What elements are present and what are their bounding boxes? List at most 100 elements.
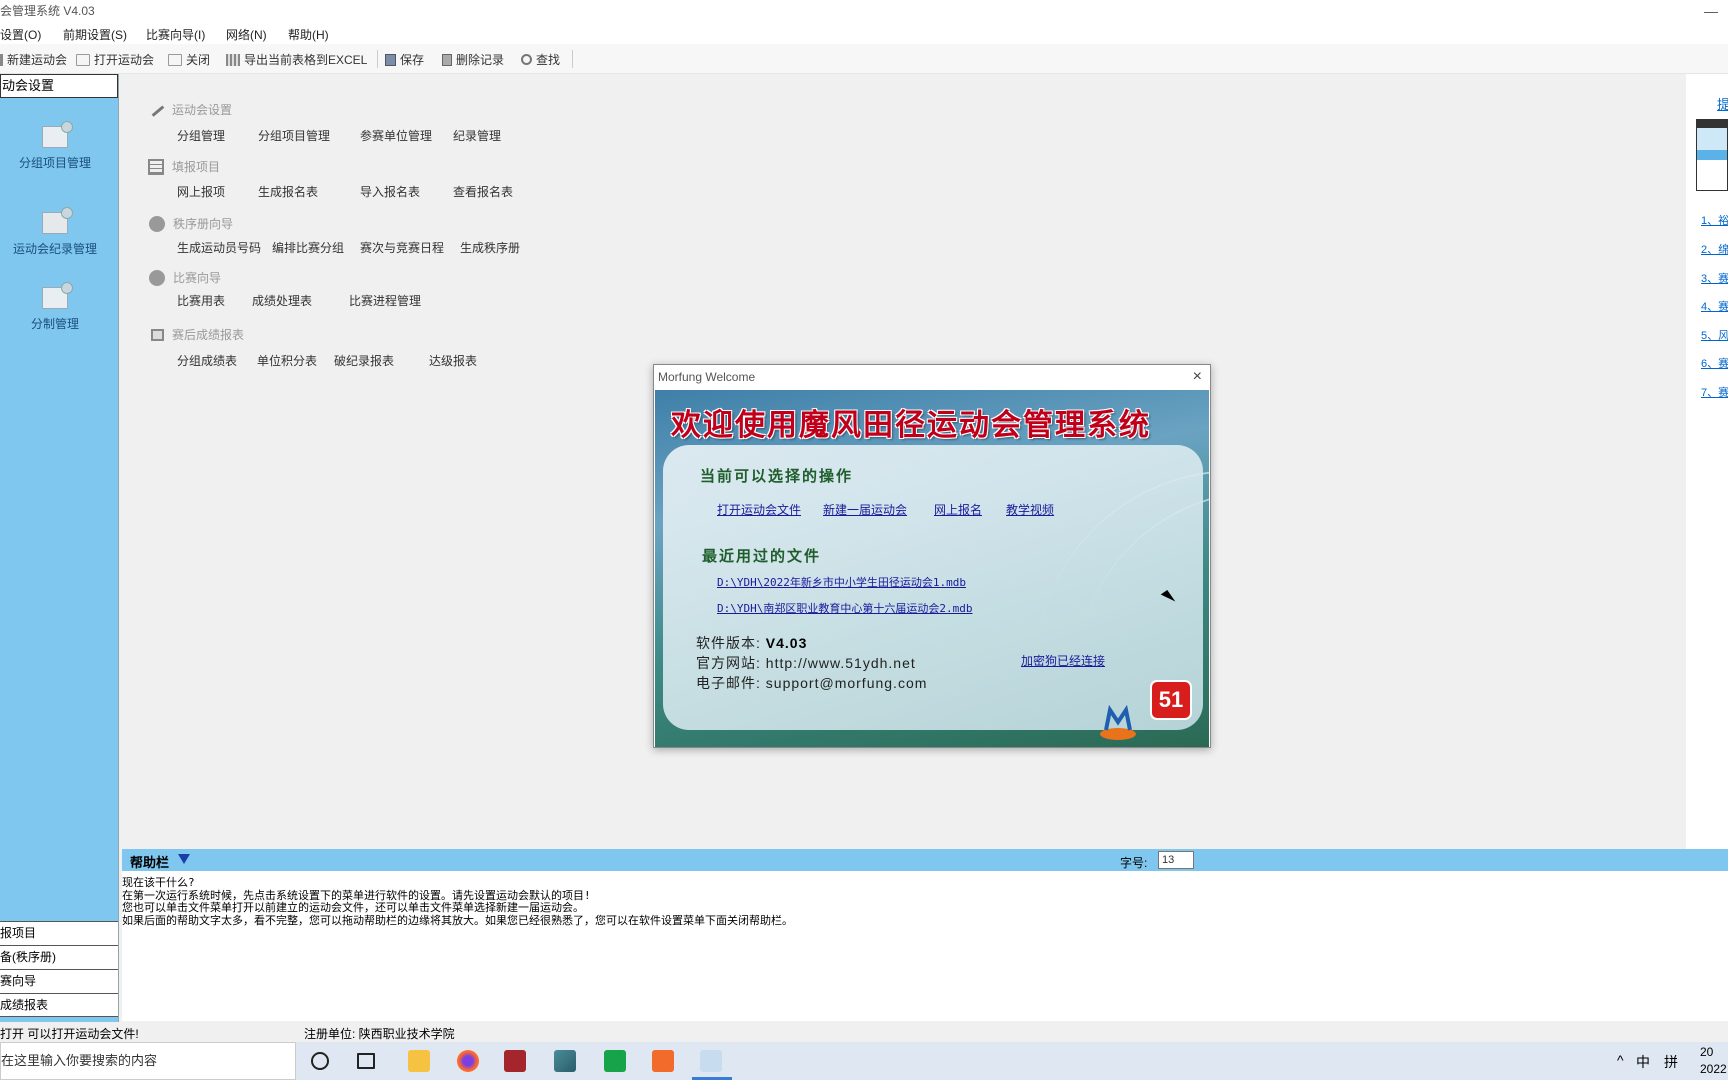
minimize-button[interactable]: — xyxy=(1704,0,1718,22)
help-text: 现在该干什么? 在第一次运行系统时候，先点击系统设置下的菜单进行软件的设置。请先… xyxy=(122,871,1728,1021)
folder-icon xyxy=(168,53,182,66)
orange-app-icon[interactable] xyxy=(652,1050,674,1072)
save-button[interactable]: 保存 xyxy=(385,51,424,68)
link-group-management[interactable]: 分组管理 xyxy=(177,127,225,144)
tutorial-video-link[interactable]: 教学视频 xyxy=(1006,501,1054,518)
link-record-management[interactable]: 纪录管理 xyxy=(453,127,501,144)
link-group-results[interactable]: 分组成绩表 xyxy=(177,352,237,369)
dialog-title: Morfung Welcome xyxy=(658,370,756,384)
ime-indicator[interactable]: 中 xyxy=(1636,1052,1650,1072)
delete-record-button[interactable]: 删除记录 xyxy=(442,51,504,68)
registered-unit: 注册单位: 陕西职业技术学院 xyxy=(304,1027,455,1041)
sidebar-bottom-register[interactable]: 报项目 xyxy=(0,921,118,945)
collapse-arrow-icon[interactable] xyxy=(178,854,190,864)
cortana-icon[interactable] xyxy=(311,1052,329,1070)
green-app-icon[interactable] xyxy=(604,1050,626,1072)
menu-help[interactable]: 帮助(H) xyxy=(288,26,329,43)
close-icon[interactable]: × xyxy=(1193,365,1202,389)
open-meet-file-link[interactable]: 打开运动会文件 xyxy=(717,501,801,518)
clock-time: 20 xyxy=(1700,1045,1714,1059)
email-label: 电子邮件: xyxy=(696,675,761,691)
link-schedule[interactable]: 赛次与竞赛日程 xyxy=(360,239,444,256)
sidebar-bottom-prepare[interactable]: 备(秩序册) xyxy=(0,945,118,969)
sidebar-item-scoring[interactable]: 分制管理 xyxy=(0,282,110,332)
new-meet-link[interactable]: 新建一届运动会 xyxy=(823,501,907,518)
recent-file-link[interactable]: D:\YDH\2022年新乡市中小学生田径运动会1.mdb xyxy=(717,574,966,590)
image-app-icon[interactable] xyxy=(554,1050,576,1072)
records-icon xyxy=(42,207,73,234)
tray-chevron-icon[interactable]: ^ xyxy=(1617,1052,1624,1068)
menu-network[interactable]: 网络(N) xyxy=(226,26,267,43)
link-arrange-heats[interactable]: 编排比赛分组 xyxy=(272,239,344,256)
help-bar: 帮助栏 字号: 13 xyxy=(122,849,1728,871)
sidebar-bottom-wizard[interactable]: 赛向导 xyxy=(0,969,118,993)
version-label: 软件版本: xyxy=(696,635,761,651)
access-icon[interactable] xyxy=(504,1050,526,1072)
sidebar-item-group-events[interactable]: 分组项目管理 xyxy=(0,121,110,171)
export-excel-button[interactable]: 导出当前表格到EXCEL xyxy=(226,51,367,68)
version-row: 软件版本: V4.03 xyxy=(696,633,807,653)
font-size-label: 字号: xyxy=(1120,856,1148,870)
right-panel: 提 1、裕 2、绵 3、赛 4、赛 5、风 6、赛 7、赛 xyxy=(1686,74,1728,849)
section-title: 运动会设置 xyxy=(172,103,233,117)
delete-record-label: 删除记录 xyxy=(456,53,505,67)
right-panel-link-2[interactable]: 2、绵 xyxy=(1701,241,1728,257)
clock[interactable]: 20 2022 xyxy=(1700,1044,1727,1078)
online-registration-link[interactable]: 网上报名 xyxy=(934,501,982,518)
sidebar-item-records[interactable]: 运动会纪录管理 xyxy=(0,207,110,257)
link-view-entry-form[interactable]: 查看报名表 xyxy=(453,183,513,200)
find-button[interactable]: 查找 xyxy=(521,51,560,68)
file-explorer-icon[interactable] xyxy=(408,1050,430,1072)
task-view-icon[interactable] xyxy=(357,1053,375,1069)
link-group-event-management[interactable]: 分组项目管理 xyxy=(258,127,330,144)
dialog-body: 欢迎使用魔风田径运动会管理系统 当前可以选择的操作 打开运动会文件 新建一届运动… xyxy=(655,390,1209,747)
link-unit-management[interactable]: 参赛单位管理 xyxy=(360,127,432,144)
font-size-stepper[interactable]: 13 xyxy=(1158,851,1194,869)
link-results-processing[interactable]: 成绩处理表 xyxy=(252,292,312,309)
firefox-icon[interactable] xyxy=(457,1050,479,1072)
trash-icon xyxy=(442,53,452,66)
link-progress-management[interactable]: 比赛进程管理 xyxy=(349,292,421,309)
dongle-status-link[interactable]: 加密狗已经连接 xyxy=(1021,652,1105,669)
sidebar-bottom-reports[interactable]: 成绩报表 xyxy=(0,993,118,1017)
link-generate-program[interactable]: 生成秩序册 xyxy=(460,239,520,256)
right-panel-link-6[interactable]: 6、赛 xyxy=(1701,355,1728,371)
video-thumbnail[interactable] xyxy=(1696,119,1728,191)
right-panel-link-7[interactable]: 7、赛 xyxy=(1701,384,1728,400)
sidebar-header[interactable]: 动会设置 xyxy=(0,74,118,98)
title-bar: 会管理系统 V4.03 — xyxy=(0,0,1728,22)
link-record-breaking[interactable]: 破纪录报表 xyxy=(334,352,394,369)
recent-file-link[interactable]: D:\YDH\南郑区职业教育中心第十六届运动会2.mdb xyxy=(717,600,972,616)
ime-mode-indicator[interactable]: 拼 xyxy=(1664,1052,1678,1072)
new-meet-label: 新建运动会 xyxy=(7,53,68,67)
menu-competition-wizard[interactable]: 比赛向导(I) xyxy=(146,26,205,43)
toolbar: 新建运动会 打开运动会 关闭 导出当前表格到EXCEL 保存 删除记录 查找 xyxy=(0,44,1728,74)
right-panel-link-3[interactable]: 3、赛 xyxy=(1701,270,1728,286)
link-unit-points[interactable]: 单位积分表 xyxy=(257,352,317,369)
help-line: 现在该干什么? xyxy=(122,876,195,889)
link-generate-bib-numbers[interactable]: 生成运动员号码 xyxy=(177,239,261,256)
app-title: 会管理系统 V4.03 xyxy=(0,4,95,18)
close-label: 关闭 xyxy=(186,53,211,67)
right-panel-link-4[interactable]: 4、赛 xyxy=(1701,298,1728,314)
website-row: 官方网站: http://www.51ydh.net xyxy=(696,653,916,673)
close-button[interactable]: 关闭 xyxy=(168,51,210,68)
toolbar-separator xyxy=(572,50,573,68)
link-online-registration[interactable]: 网上报项 xyxy=(177,183,225,200)
link-import-entry-form[interactable]: 导入报名表 xyxy=(360,183,420,200)
right-panel-link-5[interactable]: 5、风 xyxy=(1701,327,1728,343)
section-program-wizard: 秩序册向导 xyxy=(149,215,233,232)
new-meet-button[interactable]: 新建运动会 xyxy=(0,51,67,68)
link-level-reports[interactable]: 达级报表 xyxy=(429,352,477,369)
link-competition-forms[interactable]: 比赛用表 xyxy=(177,292,225,309)
tools-icon xyxy=(149,102,165,117)
morfung-app-icon[interactable] xyxy=(700,1050,722,1072)
menu-pre-settings[interactable]: 前期设置(S) xyxy=(63,26,127,43)
taskbar-search-input[interactable]: 在这里输入你要搜索的内容 xyxy=(0,1042,296,1080)
right-panel-link-1[interactable]: 1、裕 xyxy=(1701,212,1728,228)
section-post-event-reports: 赛后成绩报表 xyxy=(151,326,244,343)
menu-settings[interactable]: 设置(O) xyxy=(0,26,41,43)
link-generate-entry-form[interactable]: 生成报名表 xyxy=(258,183,318,200)
open-meet-button[interactable]: 打开运动会 xyxy=(76,51,154,68)
right-panel-top-link[interactable]: 提 xyxy=(1717,94,1728,113)
